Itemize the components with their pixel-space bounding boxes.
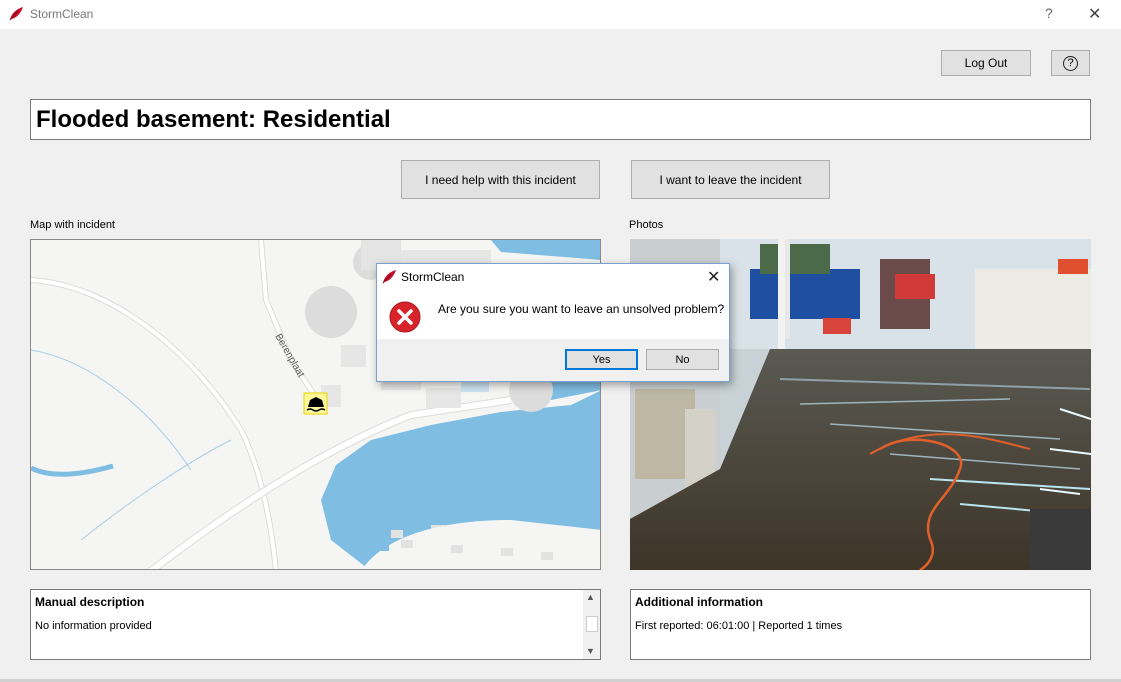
dialog-message: Are you sure you want to leave an unsolv… (438, 302, 725, 316)
app-logo-icon (382, 270, 396, 284)
dialog-title: StormClean (401, 270, 465, 284)
yes-button[interactable]: Yes (565, 349, 638, 370)
window-title: StormClean (30, 7, 94, 21)
map-label: Map with incident (30, 219, 115, 231)
help-icon: ? (1063, 55, 1078, 71)
additional-info-panel: Additional information First reported: 0… (630, 589, 1091, 660)
manual-description-header: Manual description (35, 595, 145, 609)
dialog-body: Are you sure you want to leave an unsolv… (377, 290, 729, 339)
description-scrollbar[interactable]: ▲ ▼ (583, 590, 600, 659)
leave-incident-button[interactable]: I want to leave the incident (631, 160, 830, 199)
close-window-icon[interactable]: ✕ (1088, 4, 1101, 24)
manual-description-panel[interactable]: Manual description No information provid… (30, 589, 601, 660)
manual-description-text: No information provided (35, 620, 152, 632)
scroll-thumb[interactable] (586, 616, 598, 632)
scroll-down-icon[interactable]: ▼ (586, 646, 595, 656)
app-logo-icon (9, 7, 23, 21)
context-help-icon[interactable]: ? (1045, 5, 1053, 21)
additional-info-text: First reported: 06:01:00 | Reported 1 ti… (635, 620, 843, 632)
help-button[interactable]: ? (1051, 50, 1090, 76)
error-icon (389, 301, 421, 333)
incident-title: Flooded basement: Residential (30, 99, 1091, 140)
title-bar: StormClean ? ✕ (0, 0, 1121, 29)
additional-info-header: Additional information (635, 595, 763, 609)
scroll-up-icon[interactable]: ▲ (586, 592, 595, 602)
photos-label: Photos (629, 219, 664, 231)
need-help-button[interactable]: I need help with this incident (401, 160, 600, 199)
dialog-close-icon[interactable]: ✕ (707, 267, 720, 287)
no-button[interactable]: No (646, 349, 719, 370)
logout-button[interactable]: Log Out (941, 50, 1031, 76)
dialog-title-bar: StormClean ✕ (377, 264, 729, 290)
confirm-dialog[interactable]: StormClean ✕ Are you sure you want to le… (376, 263, 730, 382)
